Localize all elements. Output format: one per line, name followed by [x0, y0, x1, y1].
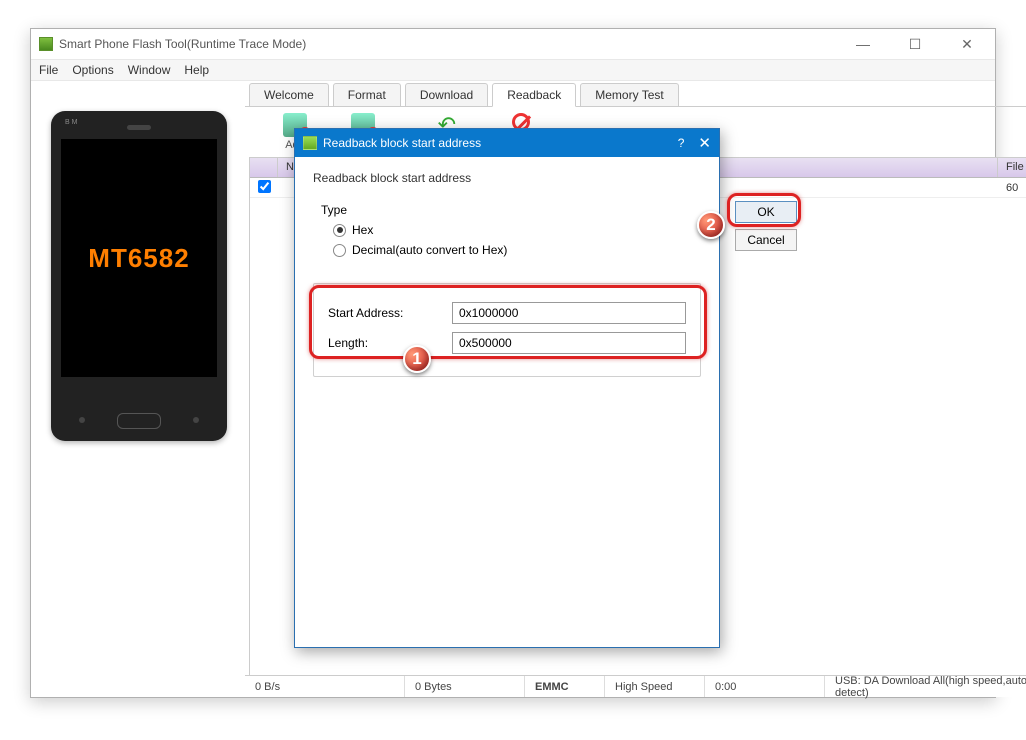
status-bytes: 0 Bytes — [405, 676, 525, 697]
tab-format[interactable]: Format — [333, 83, 401, 106]
phone-home-icon — [117, 413, 161, 429]
radio-hex-label: Hex — [352, 223, 373, 237]
radio-decimal-label: Decimal(auto convert to Hex) — [352, 243, 507, 257]
tab-welcome[interactable]: Welcome — [249, 83, 329, 106]
side-pane: BM MT6582 — [31, 81, 245, 697]
tab-download[interactable]: Download — [405, 83, 488, 106]
minimize-button[interactable]: — — [849, 34, 877, 54]
dialog-titlebar[interactable]: Readback block start address ? ✕ — [295, 129, 719, 157]
status-storage: EMMC — [525, 676, 605, 697]
phone-brand: BM — [65, 119, 80, 126]
titlebar: Smart Phone Flash Tool(Runtime Trace Mod… — [31, 29, 995, 59]
phone-screen: MT6582 — [61, 139, 217, 377]
tab-memtest[interactable]: Memory Test — [580, 83, 678, 106]
tabs: Welcome Format Download Readback Memory … — [245, 81, 1026, 107]
phone-graphic: BM MT6582 — [51, 111, 227, 441]
menu-help[interactable]: Help — [184, 63, 209, 77]
dialog-icon — [303, 136, 317, 150]
status-usb: USB: DA Download All(high speed,auto det… — [825, 676, 1026, 697]
dialog-title: Readback block start address — [323, 136, 481, 150]
phone-speaker-icon — [127, 125, 151, 130]
radio-hex-icon — [333, 224, 346, 237]
dialog-body: Readback block start address Type Hex De… — [295, 157, 719, 647]
menu-options[interactable]: Options — [72, 63, 113, 77]
th-file[interactable]: File — [998, 158, 1026, 177]
statusbar: 0 B/s 0 Bytes EMMC High Speed 0:00 USB: … — [245, 675, 1026, 697]
type-groupbox: Type Hex Decimal(auto convert to Hex) — [313, 193, 701, 275]
menu-window[interactable]: Window — [128, 63, 171, 77]
status-speed: 0 B/s — [245, 676, 405, 697]
status-time: 0:00 — [705, 676, 825, 697]
radio-hex[interactable]: Hex — [333, 223, 687, 237]
phone-softkey-left-icon — [79, 417, 85, 423]
close-button[interactable]: ✕ — [953, 34, 981, 54]
window-title: Smart Phone Flash Tool(Runtime Trace Mod… — [59, 37, 306, 51]
dialog-buttons: OK Cancel 2 — [735, 201, 797, 251]
status-mode: High Speed — [605, 676, 705, 697]
dialog-group-label: Readback block start address — [313, 171, 701, 185]
chip-label: MT6582 — [88, 243, 189, 274]
phone-softkey-right-icon — [193, 417, 199, 423]
menu-file[interactable]: File — [39, 63, 58, 77]
callout-2-highlight — [727, 193, 801, 227]
app-icon — [39, 37, 53, 51]
row-file: 60 — [998, 182, 1026, 194]
tab-readback[interactable]: Readback — [492, 83, 576, 107]
callout-marker-2: 2 — [697, 211, 725, 239]
callout-marker-1: 1 — [403, 345, 431, 373]
th-check[interactable] — [250, 158, 278, 177]
maximize-button[interactable]: ☐ — [901, 34, 929, 54]
radio-decimal[interactable]: Decimal(auto convert to Hex) — [333, 243, 687, 257]
cancel-button[interactable]: Cancel — [735, 229, 797, 251]
dialog-help-icon[interactable]: ? — [678, 136, 685, 150]
window-controls: — ☐ ✕ — [849, 34, 987, 54]
readback-address-dialog: Readback block start address ? ✕ Readbac… — [294, 128, 720, 648]
dialog-close-icon[interactable]: ✕ — [698, 134, 711, 152]
row-checkbox[interactable] — [258, 180, 271, 193]
type-label: Type — [321, 203, 347, 217]
menubar: File Options Window Help — [31, 59, 995, 81]
radio-decimal-icon — [333, 244, 346, 257]
callout-1-highlight — [309, 285, 707, 359]
